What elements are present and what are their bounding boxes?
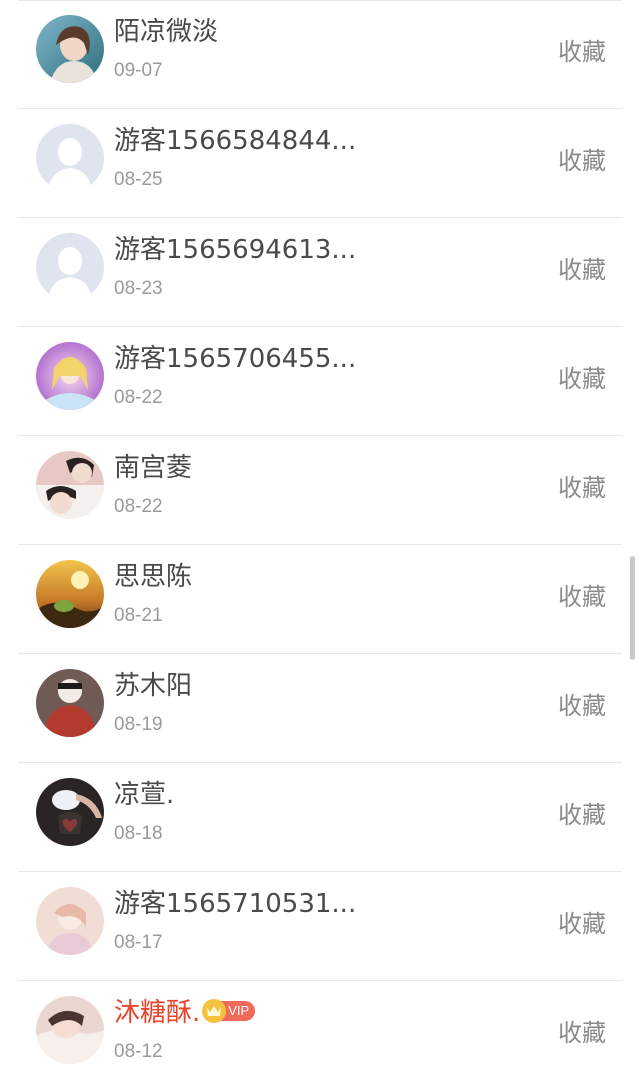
date-label: 08-17 — [114, 932, 163, 953]
user-name-text[interactable]: 沐糖酥. — [114, 998, 200, 1028]
follower-list-screen: 陌凉微淡 09-07 收藏 游客1566584844... 08-25 收藏 游… — [0, 0, 640, 1081]
favorite-button[interactable]: 收藏 — [558, 908, 606, 940]
user-name[interactable]: 游客1566584844... — [114, 123, 356, 159]
list-item[interactable]: 苏木阳 08-19 收藏 — [18, 654, 622, 763]
avatar[interactable] — [36, 342, 104, 410]
user-list: 陌凉微淡 09-07 收藏 游客1566584844... 08-25 收藏 游… — [0, 0, 640, 1081]
list-item[interactable]: 沐糖酥. VIP 08-12 收藏 — [18, 981, 622, 1081]
favorite-button[interactable]: 收藏 — [558, 254, 606, 286]
date-label: 08-12 — [114, 1041, 163, 1062]
date-label: 08-18 — [114, 823, 163, 844]
list-item[interactable]: 游客1565710531... 08-17 收藏 — [18, 872, 622, 981]
list-item[interactable]: 游客1565706455... 08-22 收藏 — [18, 327, 622, 436]
favorite-button[interactable]: 收藏 — [558, 472, 606, 504]
user-name[interactable]: 南宫菱 — [114, 450, 192, 486]
list-item[interactable]: 陌凉微淡 09-07 收藏 — [18, 0, 622, 109]
list-item[interactable]: 游客1566584844... 08-25 收藏 — [18, 109, 622, 218]
avatar[interactable] — [36, 669, 104, 737]
list-item[interactable]: 游客1565694613... 08-23 收藏 — [18, 218, 622, 327]
date-label: 09-07 — [114, 60, 163, 81]
date-label: 08-21 — [114, 605, 163, 626]
favorite-button[interactable]: 收藏 — [558, 690, 606, 722]
favorite-button[interactable]: 收藏 — [558, 581, 606, 613]
user-name[interactable]: 陌凉微淡 — [114, 14, 218, 50]
date-label: 08-19 — [114, 714, 163, 735]
avatar[interactable] — [36, 996, 104, 1064]
list-item[interactable]: 凉萱. 08-18 收藏 — [18, 763, 622, 872]
scrollbar[interactable] — [630, 556, 635, 660]
user-name[interactable]: 游客1565706455... — [114, 341, 356, 377]
date-label: 08-25 — [114, 169, 163, 190]
list-item[interactable]: 南宫菱 08-22 收藏 — [18, 436, 622, 545]
date-label: 08-22 — [114, 387, 163, 408]
avatar[interactable] — [36, 560, 104, 628]
list-item[interactable]: 思思陈 08-21 收藏 — [18, 545, 622, 654]
favorite-button[interactable]: 收藏 — [558, 145, 606, 177]
user-name[interactable]: 游客1565710531... — [114, 886, 356, 922]
user-name[interactable]: 游客1565694613... — [114, 232, 356, 268]
date-label: 08-23 — [114, 278, 163, 299]
avatar[interactable] — [36, 451, 104, 519]
avatar[interactable] — [36, 887, 104, 955]
user-name[interactable]: 凉萱. — [114, 777, 174, 813]
user-name[interactable]: 苏木阳 — [114, 668, 192, 704]
default-avatar-icon[interactable] — [36, 233, 104, 301]
favorite-button[interactable]: 收藏 — [558, 799, 606, 831]
avatar[interactable] — [36, 778, 104, 846]
user-name[interactable]: 思思陈 — [114, 559, 192, 595]
date-label: 08-22 — [114, 496, 163, 517]
favorite-button[interactable]: 收藏 — [558, 363, 606, 395]
vip-badge: VIP — [202, 998, 256, 1023]
avatar[interactable] — [36, 15, 104, 83]
default-avatar-icon[interactable] — [36, 124, 104, 192]
favorite-button[interactable]: 收藏 — [558, 1017, 606, 1049]
crown-icon — [202, 998, 227, 1023]
favorite-button[interactable]: 收藏 — [558, 36, 606, 68]
user-name[interactable]: 沐糖酥. VIP — [114, 995, 256, 1031]
